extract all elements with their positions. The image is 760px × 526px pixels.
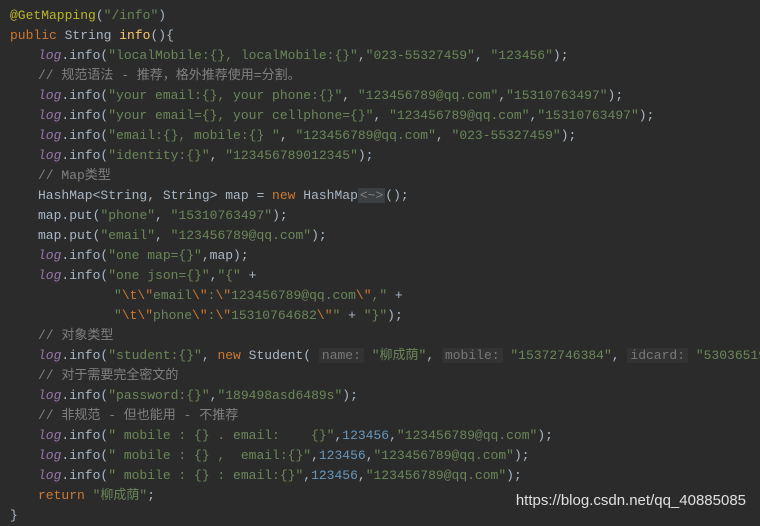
param-hint: idcard:: [627, 348, 688, 363]
code-editor[interactable]: @GetMapping("/info") public String info(…: [10, 6, 750, 526]
code-line: public String info(){: [10, 26, 750, 46]
code-line: log.info(" mobile : {} : email:{}",12345…: [10, 466, 750, 486]
comment: // Map类型: [10, 166, 750, 186]
comment: // 非规范 - 但也能用 - 不推荐: [10, 406, 750, 426]
comment: // 对于需要完全密文的: [10, 366, 750, 386]
code-line: "\t\"phone\":\"15310764682\"" + "}");: [10, 306, 750, 326]
annotation: @GetMapping: [10, 8, 96, 23]
fold-marker[interactable]: <~>: [358, 188, 385, 203]
code-line: log.info("student:{}", new Student( name…: [10, 346, 750, 366]
code-line: "\t\"email\":\"123456789@qq.com\"," +: [10, 286, 750, 306]
code-line: log.info("one map={}",map);: [10, 246, 750, 266]
comment: // 规范语法 - 推荐，格外推荐使用=分割。: [10, 66, 750, 86]
code-line: log.info(" mobile : {} , email:{}",12345…: [10, 446, 750, 466]
code-line: map.put("email", "123456789@qq.com");: [10, 226, 750, 246]
param-hint: mobile:: [442, 348, 503, 363]
param-hint: name:: [319, 348, 364, 363]
code-line: log.info("your email={}, your cellphone=…: [10, 106, 750, 126]
code-line: log.info("email:{}, mobile:{} ", "123456…: [10, 126, 750, 146]
code-line: log.info("your email:{}, your phone:{}",…: [10, 86, 750, 106]
code-line: log.info("password:{}","189498asd6489s")…: [10, 386, 750, 406]
comment: // 对象类型: [10, 326, 750, 346]
code-line: @GetMapping("/info"): [10, 6, 750, 26]
code-line: HashMap<String, String> map = new HashMa…: [10, 186, 750, 206]
watermark-text: https://blog.csdn.net/qq_40885085: [516, 491, 746, 511]
code-line: map.put("phone", "15310763497");: [10, 206, 750, 226]
code-line: log.info("one json={}","{" +: [10, 266, 750, 286]
code-line: log.info(" mobile : {} . email: {}",1234…: [10, 426, 750, 446]
code-line: log.info("localMobile:{}, localMobile:{}…: [10, 46, 750, 66]
code-line: log.info("identity:{}", "123456789012345…: [10, 146, 750, 166]
